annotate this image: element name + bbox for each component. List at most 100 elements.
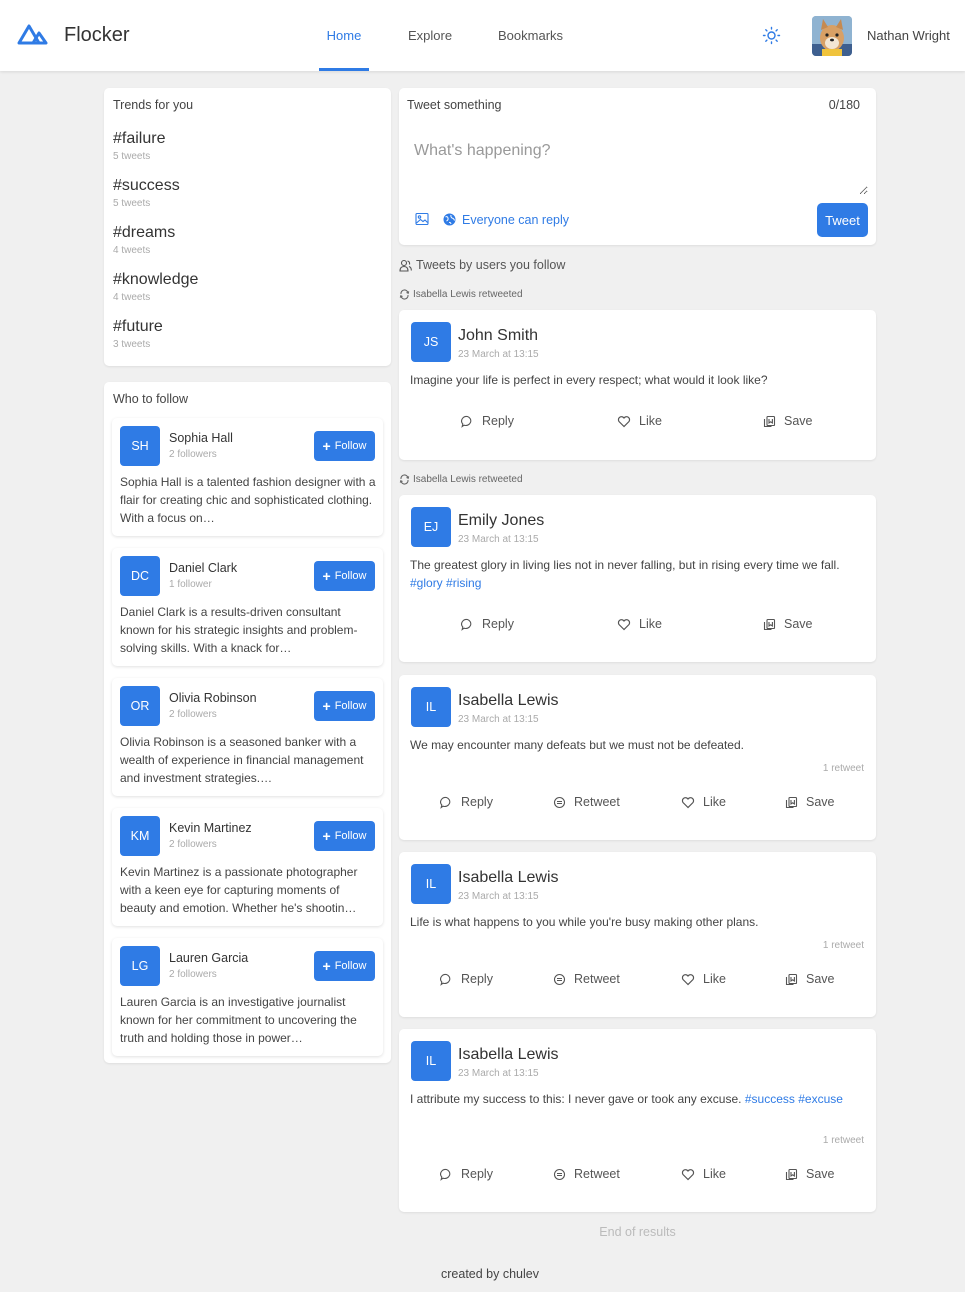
person-name[interactable]: Daniel Clark	[169, 561, 237, 575]
compose-title: Tweet something	[407, 98, 502, 112]
flocker-logo-icon[interactable]	[16, 22, 49, 46]
retweet-count: 1 retweet	[822, 763, 864, 774]
follow-label: Follow	[334, 440, 367, 452]
tweet-author[interactable]: John Smith	[458, 327, 538, 345]
tweet-textarea[interactable]	[407, 124, 868, 195]
reply-button[interactable]: Reply	[461, 414, 514, 428]
save-button[interactable]: Save	[763, 617, 813, 631]
trend-tag[interactable]: #failure	[113, 130, 165, 148]
save-button[interactable]: Save	[785, 1167, 835, 1181]
trend-tag[interactable]: #future	[113, 318, 163, 336]
trend-tag[interactable]: #success	[113, 177, 180, 195]
globe-icon[interactable]	[443, 213, 456, 226]
nav-bookmarks[interactable]: Bookmarks	[498, 0, 563, 71]
brand-name[interactable]: Flocker	[64, 24, 130, 47]
bookmark-icon	[785, 973, 798, 985]
person-followers: 2 followers	[169, 839, 217, 850]
follow-button[interactable]: + Follow	[314, 561, 375, 591]
reply-audience-selector[interactable]: Everyone can reply	[462, 213, 569, 227]
person-name[interactable]: Olivia Robinson	[169, 691, 257, 705]
plus-icon: +	[322, 438, 331, 454]
trend-item[interactable]: #dreams 4 tweets	[113, 224, 175, 256]
trend-tag[interactable]: #dreams	[113, 224, 175, 242]
heart-icon	[681, 973, 695, 985]
trend-item[interactable]: #failure 5 tweets	[113, 130, 165, 162]
person-followers: 2 followers	[169, 709, 217, 720]
person-followers: 1 follower	[169, 579, 212, 590]
main-nav: Home Explore Bookmarks	[319, 0, 563, 71]
like-button[interactable]: Like	[681, 1167, 726, 1181]
tweet-author[interactable]: Isabella Lewis	[458, 869, 559, 887]
avatar[interactable]: IL	[411, 864, 451, 904]
nav-home[interactable]: Home	[319, 0, 369, 71]
save-button[interactable]: Save	[785, 972, 835, 986]
plus-icon: +	[322, 958, 331, 974]
retweet-note-text: Isabella Lewis retweeted	[413, 289, 523, 300]
person-followers: 2 followers	[169, 449, 217, 460]
person-name[interactable]: Lauren Garcia	[169, 951, 248, 965]
tweet-date: 23 March at 13:15	[458, 891, 539, 902]
retweet-icon	[399, 289, 410, 300]
user-avatar[interactable]	[812, 16, 852, 56]
trend-item[interactable]: #success 5 tweets	[113, 177, 180, 209]
person-followers: 2 followers	[169, 969, 217, 980]
avatar[interactable]: JS	[411, 322, 451, 362]
user-name[interactable]: Nathan Wright	[867, 28, 950, 43]
plus-icon: +	[322, 828, 331, 844]
person-name[interactable]: Sophia Hall	[169, 431, 233, 445]
who-to-follow-title: Who to follow	[113, 392, 189, 406]
avatar[interactable]: DC	[120, 556, 160, 596]
avatar[interactable]: IL	[411, 687, 451, 727]
like-button[interactable]: Like	[617, 414, 662, 428]
hashtag-link[interactable]: #glory	[410, 576, 443, 590]
retweet-label: Retweet	[574, 795, 620, 809]
reply-button[interactable]: Reply	[440, 972, 493, 986]
tweet-author[interactable]: Emily Jones	[458, 512, 544, 530]
tweet-card: EJ Emily Jones 23 March at 13:15 The gre…	[399, 495, 876, 662]
retweet-button[interactable]: Retweet	[553, 1167, 620, 1181]
follow-button[interactable]: + Follow	[314, 821, 375, 851]
save-button[interactable]: Save	[785, 795, 835, 809]
footer-credit: created by chulev	[441, 1267, 539, 1281]
nav-explore[interactable]: Explore	[408, 0, 452, 71]
save-button[interactable]: Save	[763, 414, 813, 428]
sun-icon[interactable]	[762, 26, 781, 45]
reply-button[interactable]: Reply	[440, 1167, 493, 1181]
follow-label: Follow	[334, 700, 367, 712]
like-button[interactable]: Like	[681, 795, 726, 809]
person-bio: Olivia Robinson is a seasoned banker wit…	[120, 735, 364, 785]
avatar[interactable]: EJ	[411, 507, 451, 547]
hashtag-link[interactable]: #excuse	[798, 1092, 843, 1106]
tweet-date: 23 March at 13:15	[458, 534, 539, 545]
follow-button[interactable]: + Follow	[314, 691, 375, 721]
reply-button[interactable]: Reply	[440, 795, 493, 809]
follow-button[interactable]: + Follow	[314, 951, 375, 981]
reply-button[interactable]: Reply	[461, 617, 514, 631]
tweet-button[interactable]: Tweet	[817, 203, 868, 237]
retweet-label: Retweet	[574, 1167, 620, 1181]
trend-tag[interactable]: #knowledge	[113, 271, 198, 289]
tweet-author[interactable]: Isabella Lewis	[458, 692, 559, 710]
like-button[interactable]: Like	[681, 972, 726, 986]
person-name[interactable]: Kevin Martinez	[169, 821, 252, 835]
avatar[interactable]: IL	[411, 1041, 451, 1081]
avatar[interactable]: KM	[120, 816, 160, 856]
avatar[interactable]: LG	[120, 946, 160, 986]
retweet-button[interactable]: Retweet	[553, 972, 620, 986]
hashtag-link[interactable]: #success	[745, 1092, 795, 1106]
follow-button[interactable]: + Follow	[314, 431, 375, 461]
trend-item[interactable]: #future 3 tweets	[113, 318, 163, 350]
avatar[interactable]: SH	[120, 426, 160, 466]
like-button[interactable]: Like	[617, 617, 662, 631]
image-icon[interactable]	[415, 212, 429, 226]
tweet-text-block: The greatest glory in living lies not in…	[410, 556, 865, 592]
avatar[interactable]: OR	[120, 686, 160, 726]
tweet-author[interactable]: Isabella Lewis	[458, 1046, 559, 1064]
users-icon	[399, 259, 412, 272]
hashtag-link[interactable]: #rising	[446, 576, 481, 590]
retweet-button[interactable]: Retweet	[553, 795, 620, 809]
trend-item[interactable]: #knowledge 4 tweets	[113, 271, 198, 303]
person-card: OR Olivia Robinson 2 followers + Follow O…	[112, 678, 383, 796]
like-label: Like	[639, 617, 662, 631]
reply-label: Reply	[482, 414, 514, 428]
